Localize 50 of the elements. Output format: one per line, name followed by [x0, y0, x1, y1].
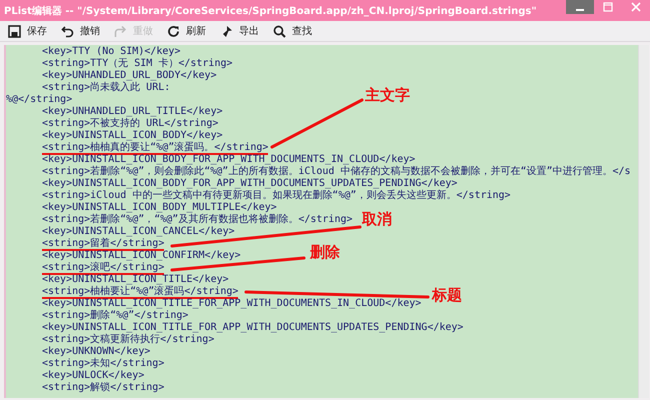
code-line: <key>UNHANDLED_URL_BODY</key> — [42, 70, 217, 81]
code-line: %@</string> — [6, 94, 72, 105]
window-title: PList编辑器 -- "/System/Library/CoreServices/SpringBoard.app/zh_CN.lproj/SpringBoard.strings" — [4, 4, 537, 18]
code-line: <string>柚柚要让“%@”滚蛋吗</string> — [42, 286, 238, 299]
code-line: <string>删除“%@”</string> — [42, 310, 188, 321]
code-line: <key>UNINSTALL_ICON_CANCEL</key> — [42, 226, 235, 237]
code-line: <string>不被支持的 URL</string> — [42, 118, 218, 129]
code-editor[interactable] — [4, 45, 649, 398]
code-line: <key>UNINSTALL_ICON_TITLE_FOR_APP_WITH_DOCUMENTS_IN_CLOUD</key> — [42, 298, 422, 309]
code-line: <string>iCloud 中的一些文稿中有待更新项目。如果现在删除“%@”，则会丢失这些更新。</string> — [42, 190, 511, 201]
code-line: <string>未知</string> — [42, 358, 164, 369]
code-line: <string>留着</string> — [42, 238, 164, 251]
save-icon — [8, 24, 21, 38]
code-line: <key>UNLOCK</key> — [42, 370, 144, 381]
scrollbar[interactable] — [638, 45, 649, 398]
code-line: <string>文稿更新待执行</string> — [42, 334, 214, 345]
toolbar-button[interactable]: 刷新 — [164, 22, 209, 40]
code-line: <key>UNINSTALL_ICON_BODY</key> — [42, 130, 223, 141]
maximize-icon — [603, 2, 613, 12]
code-line: <key>UNHANDLED_URL_TITLE</key> — [42, 106, 223, 117]
annotation-label: 取消 — [362, 210, 392, 229]
close-icon — [631, 2, 641, 12]
code-line: <key>UNINSTALL_ICON_CONFIRM</key> — [42, 250, 241, 261]
code-line: <string>滚吧</string> — [42, 262, 164, 275]
toolbar-button[interactable]: 查找 — [270, 22, 315, 40]
code-line: <key>UNINSTALL_ICON_BODY_FOR_APP_WITH_DOCUMENTS_IN_CLOUD</key> — [42, 154, 416, 165]
code-line: <string>解锁</string> — [42, 382, 164, 393]
code-line: <string>尚未载入此 URL: — [42, 82, 170, 93]
code-line: <key>TTY (No SIM)</key> — [42, 46, 180, 57]
refresh-icon — [167, 24, 180, 38]
code-line: <string>TTY（无 SIM 卡）</string> — [42, 58, 233, 69]
code-line: <key>UNINSTALL_ICON_BODY_MULTIPLE</key> — [42, 202, 277, 213]
minimize-button[interactable] — [566, 0, 594, 14]
code-line: <key>UNKNOWN</key> — [42, 346, 150, 357]
toolbar-button[interactable]: 导出 — [217, 22, 262, 40]
code-line: <key>UNINSTALL_ICON_BODY_FOR_APP_WITH_DOCUMENTS_UPDATES_PENDING</key> — [42, 178, 458, 189]
toolbar-button[interactable]: 保存 — [5, 22, 50, 40]
code-line: <string>柚柚真的要让“%@”滚蛋吗。</string> — [42, 142, 268, 155]
code-line: <key>UNINSTALL_ICON_TITLE_FOR_APP_WITH_DOCUMENTS_UPDATES_PENDING</key> — [42, 322, 464, 333]
annotation-label: 删除 — [310, 243, 340, 262]
toolbar-button[interactable]: 撤销 — [58, 22, 103, 40]
code-line: <string>若删除“%@”，则会删除此“%@”上的所有数据。iCloud 中储存的文稿与数据不会被删除，并可在“设置”中进行管理。</s — [42, 166, 631, 177]
search-icon — [273, 24, 286, 38]
annotation-label: 主文字 — [365, 86, 410, 105]
annotation-label: 标题 — [432, 286, 462, 305]
redo-icon — [114, 24, 127, 38]
code-line: <string>若删除“%@”，“%@”及其所有数据也将被删除。</string> — [42, 214, 353, 225]
code-line: <key>UNINSTALL_ICON_TITLE</key> — [42, 274, 229, 285]
undo-icon — [61, 24, 74, 38]
minimize-icon — [576, 9, 584, 11]
